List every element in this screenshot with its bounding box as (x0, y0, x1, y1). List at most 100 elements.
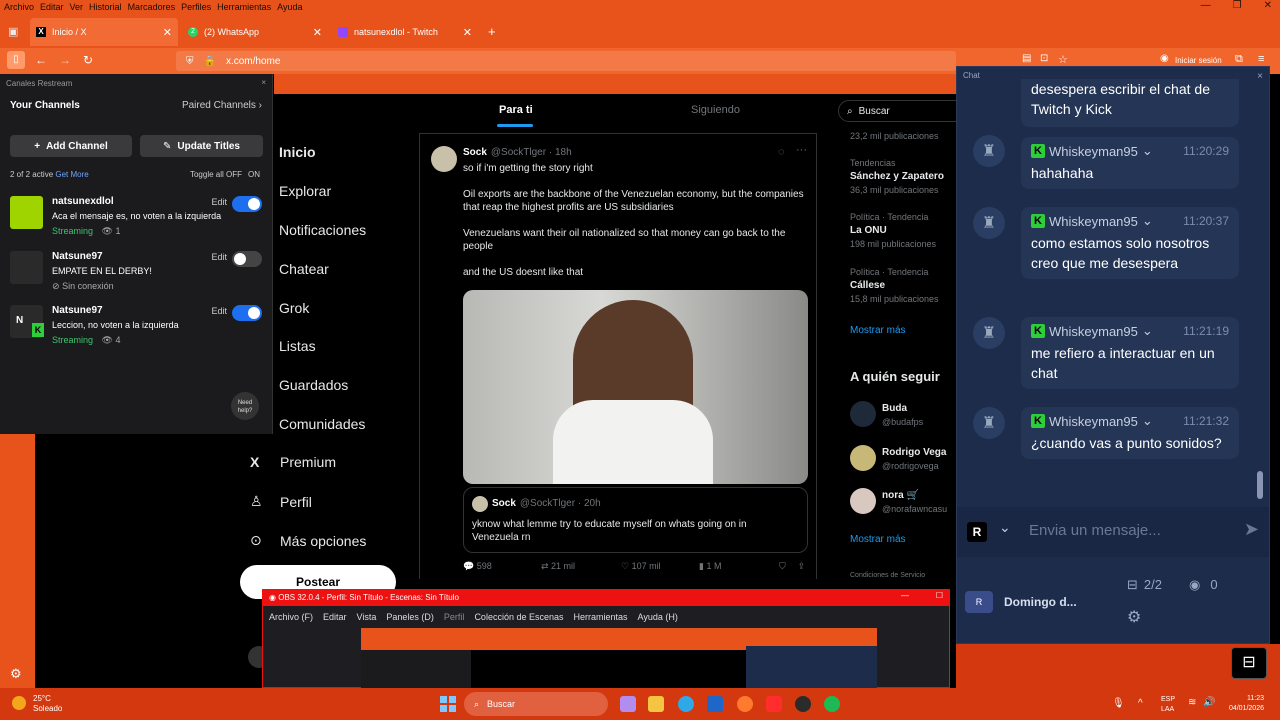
channel-row[interactable]: natsunexdlol Aca el mensaje es, no voten… (10, 196, 265, 242)
weather-widget[interactable]: 25°C Soleado (33, 694, 62, 714)
tab-whatsapp[interactable]: 2 (2) WhatsApp ✕ (182, 18, 328, 46)
show-more-link[interactable]: Mostrar más (850, 534, 906, 545)
nav-comunidades[interactable]: Comunidades (279, 416, 365, 432)
menu-historial[interactable]: Historial (89, 2, 122, 12)
url-text[interactable]: x.com/home (226, 56, 280, 67)
channel-row[interactable]: N K Natsune97 Leccion, no voten a la izq… (10, 305, 265, 351)
taskbar-search[interactable]: ⌕ Buscar (464, 692, 608, 716)
trend-item[interactable]: Tendencias Sánchez y Zapatero 36,3 mil p… (850, 158, 944, 195)
toggle-all[interactable]: Toggle all OFF ON (190, 170, 260, 179)
youtube-icon[interactable] (766, 696, 782, 712)
settings-gear-icon[interactable]: ⚙ (10, 666, 22, 682)
nav-listas[interactable]: Listas (279, 338, 316, 354)
tweet-author[interactable]: Sock (463, 147, 487, 158)
tweet[interactable]: Sock @SockTlger · 18h ◌ ··· so if i'm ge… (419, 134, 817, 579)
sun-icon[interactable] (12, 696, 26, 710)
trend-item[interactable]: 23,2 mil publicaciones (850, 131, 939, 141)
chevron-down-icon[interactable]: ⌄ (999, 519, 1011, 536)
language-indicator[interactable]: ESP LAA (1161, 695, 1175, 715)
nav-guardados[interactable]: Guardados (279, 377, 348, 393)
tab-para-ti[interactable]: Para ti (499, 104, 533, 116)
follow-suggestion[interactable]: nora 🛒 @norafawncasu (850, 488, 960, 516)
back-icon[interactable]: ← (35, 53, 47, 67)
volume-icon[interactable]: 🔊 (1203, 697, 1215, 708)
get-more-link[interactable]: Get More (55, 170, 88, 179)
windows-start-icon[interactable] (440, 696, 456, 712)
close-icon[interactable]: × (1257, 71, 1263, 82)
obs-preview[interactable] (361, 628, 877, 688)
nav-grok[interactable]: Grok (279, 300, 309, 316)
reload-icon[interactable]: ↻ (83, 53, 93, 67)
trend-item[interactable]: Política · Tendencia La ONU 198 mil publ… (850, 212, 936, 249)
tab-close-icon[interactable]: ✕ (163, 26, 172, 39)
file-explorer-icon[interactable] (648, 696, 664, 712)
nav-premium[interactable]: X Premium (250, 454, 336, 470)
chevron-down-icon[interactable]: ⌄ (1142, 143, 1153, 159)
tab-overview-icon[interactable]: ▣ (8, 25, 18, 38)
menu-marcadores[interactable]: Marcadores (128, 2, 176, 12)
close-icon[interactable]: × (261, 78, 266, 87)
tab-close-icon[interactable]: ✕ (313, 26, 322, 39)
chat-username[interactable]: Whiskeyman95 (1049, 144, 1138, 159)
spotify-icon[interactable] (824, 696, 840, 712)
tab-siguiendo[interactable]: Siguiendo (691, 104, 740, 116)
channel-toggle[interactable] (232, 196, 262, 212)
obs-icon[interactable] (795, 696, 811, 712)
tab-close-icon[interactable]: ✕ (463, 26, 472, 39)
restore-icon[interactable]: ❐ (1233, 0, 1242, 11)
microphone-icon[interactable]: 🎙 (1112, 698, 1125, 709)
new-tab-icon[interactable]: + (488, 24, 496, 39)
footer-link[interactable]: Condiciones de Servicio (850, 572, 925, 579)
follow-suggestion[interactable]: Rodrigo Vega @rodrigovega (850, 445, 960, 473)
copilot-icon[interactable] (620, 696, 636, 712)
channel-toggle[interactable] (232, 251, 262, 267)
nav-explorar[interactable]: Explorar (279, 183, 331, 199)
tweet-avatar[interactable] (431, 146, 457, 172)
reply-button[interactable]: 💬 598 (463, 561, 541, 572)
gear-icon[interactable]: ⚙ (1127, 607, 1141, 627)
firefox-icon[interactable] (737, 696, 753, 712)
grok-icon[interactable]: ◌ (778, 146, 785, 158)
channel-row[interactable]: Natsune97 EMPATE EN EL DERBY! ⊘ Sin cone… (10, 251, 265, 297)
edit-button[interactable]: Edit (211, 197, 227, 207)
menu-perfiles[interactable]: Perfiles (181, 2, 211, 12)
menu-ver[interactable]: Ver (70, 2, 84, 12)
nav-perfil[interactable]: ♙ Perfil (250, 493, 312, 510)
more-icon[interactable]: ··· (796, 144, 807, 156)
pocket-icon[interactable]: ⊡ (1040, 53, 1048, 64)
tweet-image[interactable] (463, 290, 808, 484)
account-icon[interactable]: ◉ (1160, 53, 1169, 64)
chat-popout-icon[interactable]: ⊟ (1231, 647, 1267, 679)
menu-herramientas[interactable]: Herramientas (217, 2, 271, 12)
nav-notificaciones[interactable]: Notificaciones (279, 222, 366, 238)
nav-chatear[interactable]: Chatear (279, 261, 329, 277)
tab-twitch[interactable]: natsunexdlol - Twitch ✕ (332, 18, 478, 46)
edit-button[interactable]: Edit (211, 252, 227, 262)
menu-editar[interactable]: Editar (40, 2, 64, 12)
edit-button[interactable]: Edit (211, 306, 227, 316)
chevron-up-icon[interactable]: ^ (1138, 698, 1143, 709)
chat-scrollbar[interactable] (1257, 471, 1263, 499)
menu-icon[interactable]: ≡ (1258, 53, 1264, 65)
need-help-button[interactable]: Need help? (231, 392, 259, 420)
minimize-icon[interactable]: — (1201, 0, 1211, 11)
retweet-button[interactable]: ⇄ 21 mil (541, 561, 621, 572)
views-button[interactable]: ▮ 1 M (699, 561, 779, 572)
minimize-icon[interactable]: — (901, 591, 909, 600)
chat-input[interactable]: Envia un mensaje... (1029, 522, 1161, 539)
url-bar[interactable]: ⛨ 🔒 x.com/home (176, 51, 956, 71)
edge-icon[interactable] (678, 696, 694, 712)
share-icon[interactable]: ⇪ (798, 561, 806, 572)
tab-x[interactable]: X Inicio / X ✕ (30, 18, 178, 46)
chevron-down-icon[interactable]: ⌄ (1142, 413, 1153, 429)
tweet-handle[interactable]: @SockTlger · 18h (491, 147, 572, 158)
menu-archivo[interactable]: Archivo (4, 2, 34, 12)
nav-inicio[interactable]: Inicio (279, 144, 316, 160)
trend-item[interactable]: Política · Tendencia Cállese 15,8 mil pu… (850, 267, 939, 304)
nav-mas-opciones[interactable]: ⊙ Más opciones (250, 532, 366, 549)
wifi-icon[interactable]: ≋ (1188, 697, 1196, 708)
shield-icon[interactable]: ⛨ (186, 56, 194, 67)
forward-icon[interactable]: → (59, 53, 71, 67)
chat-username[interactable]: Whiskeyman95 (1049, 324, 1138, 339)
chat-username[interactable]: Whiskeyman95 (1049, 414, 1138, 429)
